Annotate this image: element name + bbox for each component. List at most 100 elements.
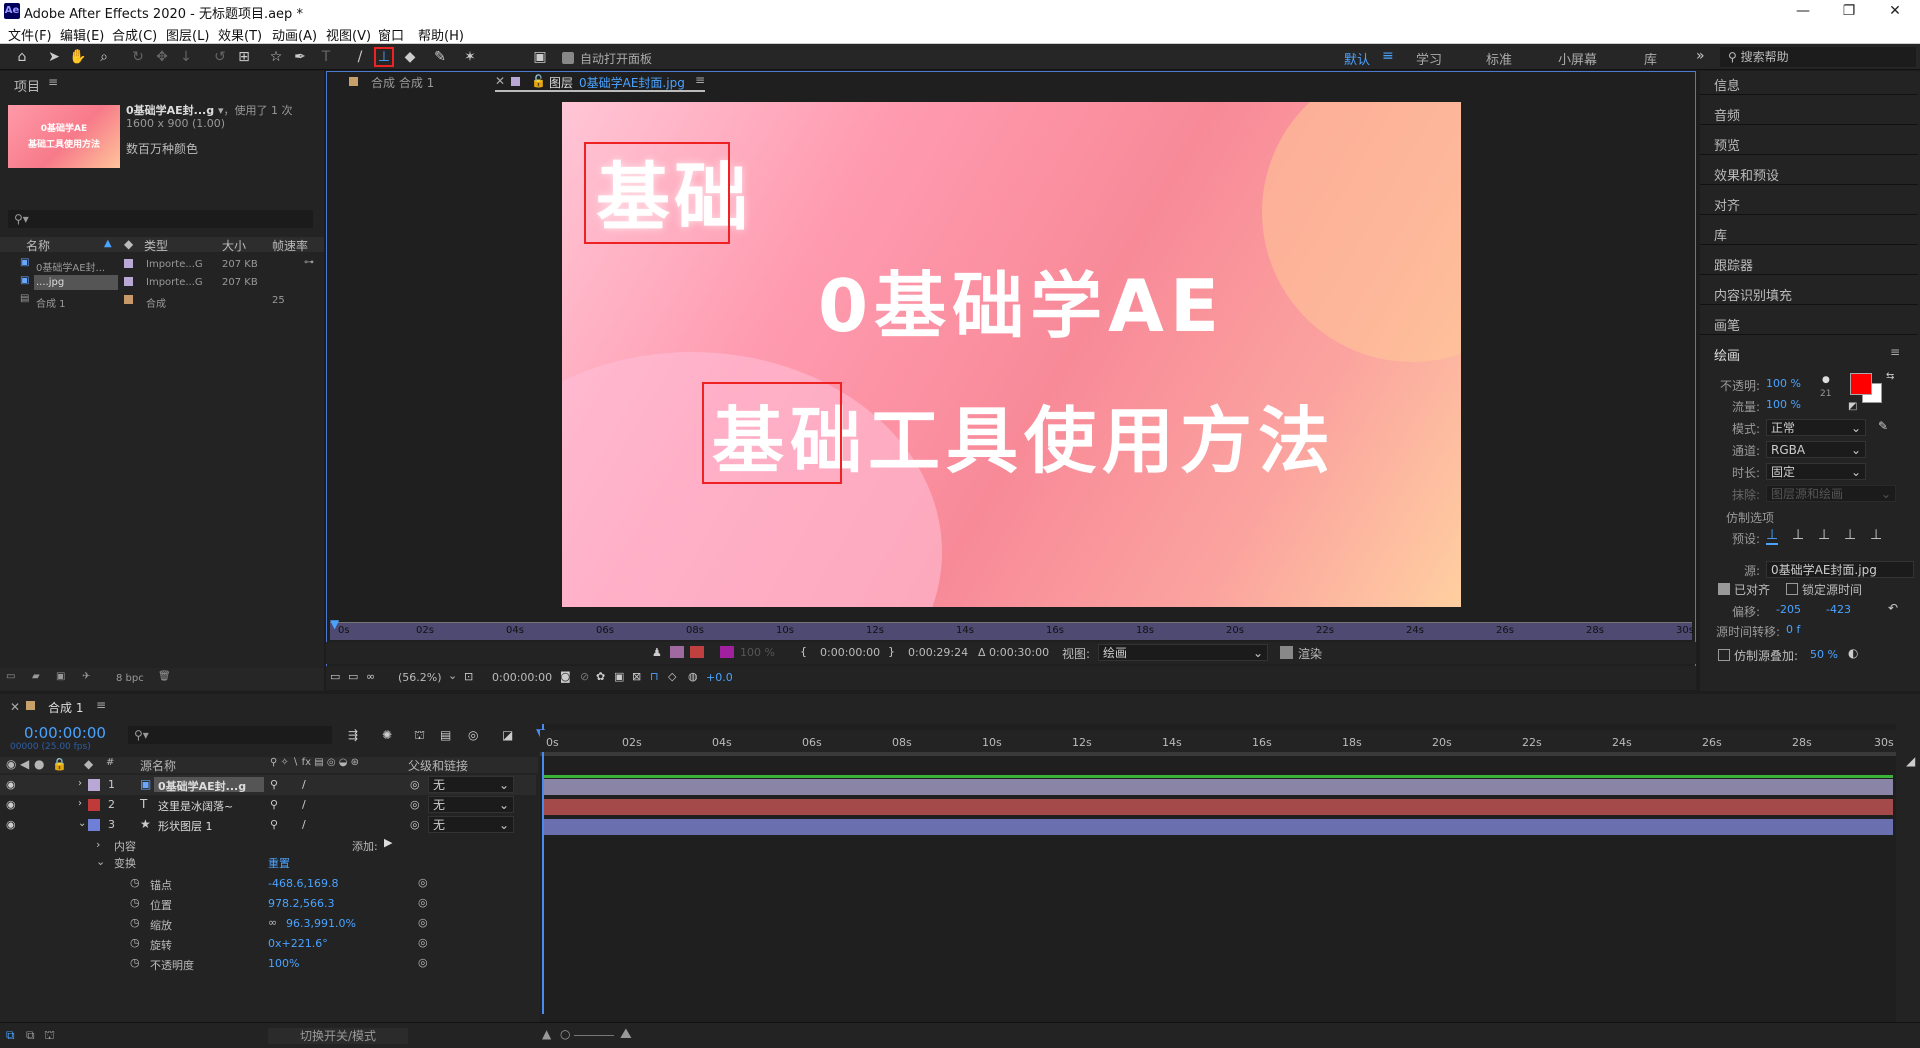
quality-switch-icon[interactable]: /: [302, 818, 306, 831]
new-folder-icon[interactable]: ▰: [32, 671, 40, 682]
comp-tab[interactable]: 合成 1: [48, 699, 83, 716]
interpret-footage-icon[interactable]: ▭: [6, 671, 15, 682]
pickwhip-icon[interactable]: ◎: [410, 778, 420, 791]
expand-icon[interactable]: ›: [96, 838, 100, 851]
lock-icon[interactable]: 🔓: [531, 74, 546, 88]
pickwhip-icon[interactable]: ◎: [418, 876, 428, 889]
duration-select[interactable]: 固定 ⌄: [1766, 463, 1866, 480]
project-row[interactable]: ▣ ....jpg Importe...G 207 KB: [0, 274, 324, 292]
layer-name[interactable]: 形状图层 1: [158, 818, 213, 834]
parent-select[interactable]: 无 ⌄: [428, 816, 514, 833]
zoom-in-icon[interactable]: ⛰: [620, 1026, 632, 1042]
shy-switch-icon[interactable]: ⚲: [270, 798, 278, 811]
quality-switch-icon[interactable]: /: [302, 778, 306, 791]
workspace-library[interactable]: 库: [1644, 49, 1657, 68]
clone-preset-2-icon[interactable]: ⊥: [1792, 527, 1804, 543]
color-swatch[interactable]: [720, 646, 734, 658]
camera-move-icon[interactable]: ✥: [152, 47, 172, 67]
eye-icon[interactable]: ◉: [6, 757, 16, 771]
flowchart-icon[interactable]: ⊶: [304, 257, 314, 268]
bpc-label[interactable]: 8 bpc: [116, 673, 144, 684]
menu-view[interactable]: 视图(V): [326, 25, 371, 44]
parent-header[interactable]: 父级和链接: [408, 757, 468, 774]
stopwatch-icon[interactable]: ◷: [130, 896, 140, 909]
stopwatch-icon[interactable]: ◷: [130, 936, 140, 949]
opacity-value[interactable]: 100 %: [1766, 377, 1801, 390]
selection-tool-icon[interactable]: ➤: [44, 47, 64, 67]
prop-scale-value[interactable]: 96.3,991.0%: [286, 917, 356, 930]
grid-icon[interactable]: ⊓: [650, 670, 659, 683]
onion-icon[interactable]: [670, 646, 684, 658]
prop-opacity-value[interactable]: 100%: [268, 957, 299, 970]
clone-stamp-tool-icon[interactable]: ⊥: [374, 47, 394, 67]
layer-canvas[interactable]: 基础 0基础学AE 基础工具使用方法: [562, 102, 1461, 607]
paint-panel-title[interactable]: 绘画: [1714, 345, 1740, 364]
reset-exposure-icon[interactable]: ◍: [688, 670, 698, 683]
frame-blend-icon[interactable]: ▤: [440, 728, 451, 742]
overlay-checkbox[interactable]: [1718, 649, 1730, 661]
eye-icon[interactable]: ◉: [6, 778, 16, 791]
menu-help[interactable]: 帮助(H): [418, 25, 464, 44]
flow-value[interactable]: 100 %: [1766, 398, 1801, 411]
shy-switch-icon[interactable]: ⚲: [270, 778, 278, 791]
eye-icon[interactable]: ◉: [6, 818, 16, 831]
close-button[interactable]: ✕: [1872, 0, 1918, 22]
pickwhip-icon[interactable]: ◎: [418, 956, 428, 969]
workspace-default[interactable]: 默认: [1344, 49, 1370, 68]
time-shift-value[interactable]: 0 f: [1786, 623, 1800, 636]
show-snapshot-icon[interactable]: ⊘: [580, 670, 589, 683]
offset-x[interactable]: -205: [1776, 603, 1801, 616]
anchor-tool-icon[interactable]: ⊞: [234, 47, 254, 67]
in-out-icon[interactable]: ⛫: [44, 1028, 55, 1044]
snapshot-icon[interactable]: ◙: [560, 670, 571, 683]
pen-tool-icon[interactable]: ✒: [290, 47, 310, 67]
timeline-search-input[interactable]: ⚲▾: [128, 726, 332, 744]
fit-icon[interactable]: ⊡: [464, 670, 473, 683]
hand-tool-icon[interactable]: ✋: [68, 47, 88, 67]
out-time[interactable]: 0:00:29:24: [908, 646, 968, 659]
overlay-value[interactable]: 50 %: [1810, 648, 1838, 661]
minimize-button[interactable]: —: [1780, 0, 1826, 22]
add-menu-icon[interactable]: ▶: [384, 836, 392, 849]
puppet-pin-icon[interactable]: ✶: [460, 47, 480, 67]
aligned-checkbox[interactable]: [1718, 583, 1730, 595]
col-size[interactable]: 大小: [222, 237, 246, 254]
project-search-input[interactable]: ⚲▾: [8, 210, 313, 228]
render-checkbox[interactable]: [1280, 646, 1293, 659]
rotate-tool-icon[interactable]: ↻: [128, 47, 148, 67]
always-preview-icon[interactable]: ▭: [330, 670, 340, 683]
track-area[interactable]: [540, 724, 1896, 1024]
shy-icon[interactable]: ⛫: [414, 728, 425, 744]
in-bracket-icon[interactable]: {: [800, 645, 807, 658]
parent-select[interactable]: 无 ⌄: [428, 776, 514, 793]
type-tool-icon[interactable]: T: [316, 47, 336, 67]
menu-window[interactable]: 窗口: [378, 25, 404, 44]
menu-composition[interactable]: 合成(C): [112, 25, 157, 44]
auto-open-checkbox[interactable]: [562, 52, 574, 64]
stopwatch-icon[interactable]: ◷: [130, 876, 140, 889]
panel-info[interactable]: 信息: [1714, 75, 1740, 94]
search-help-input[interactable]: ⚲ 搜索帮助: [1720, 47, 1916, 67]
close-tab-icon[interactable]: ✕: [10, 700, 20, 714]
label-swatch[interactable]: [124, 295, 133, 304]
clone-preset-5-icon[interactable]: ⊥: [1870, 527, 1882, 543]
col-type[interactable]: 类型: [144, 237, 168, 254]
col-fps[interactable]: 帧速率: [272, 237, 308, 254]
solo-icon[interactable]: ●: [34, 757, 44, 771]
workspace-menu-icon[interactable]: ≡: [1382, 48, 1394, 64]
layer-bar[interactable]: [543, 799, 1893, 815]
zoom-tool-icon[interactable]: ⌕: [94, 47, 114, 67]
pickwhip-icon[interactable]: ◎: [418, 916, 428, 929]
in-point-marker[interactable]: ▼: [330, 617, 339, 631]
collapse-icon[interactable]: ⌄: [78, 818, 86, 829]
panel-library[interactable]: 库: [1714, 225, 1727, 244]
project-row[interactable]: ▣ 0基础学AE封... Importe...G 207 KB ⊶: [0, 256, 324, 274]
shy-switch-icon[interactable]: ⚲: [270, 818, 278, 831]
stopwatch-icon[interactable]: ◷: [130, 956, 140, 969]
lock-icon[interactable]: 🔒: [52, 757, 67, 771]
source-name-header[interactable]: 源名称: [140, 757, 176, 774]
difference-mode-icon[interactable]: ◐: [1848, 646, 1858, 660]
channel-select[interactable]: RGBA ⌄: [1766, 441, 1866, 458]
panel-tracker[interactable]: 跟踪器: [1714, 255, 1753, 274]
workspace-learn[interactable]: 学习: [1416, 49, 1442, 68]
